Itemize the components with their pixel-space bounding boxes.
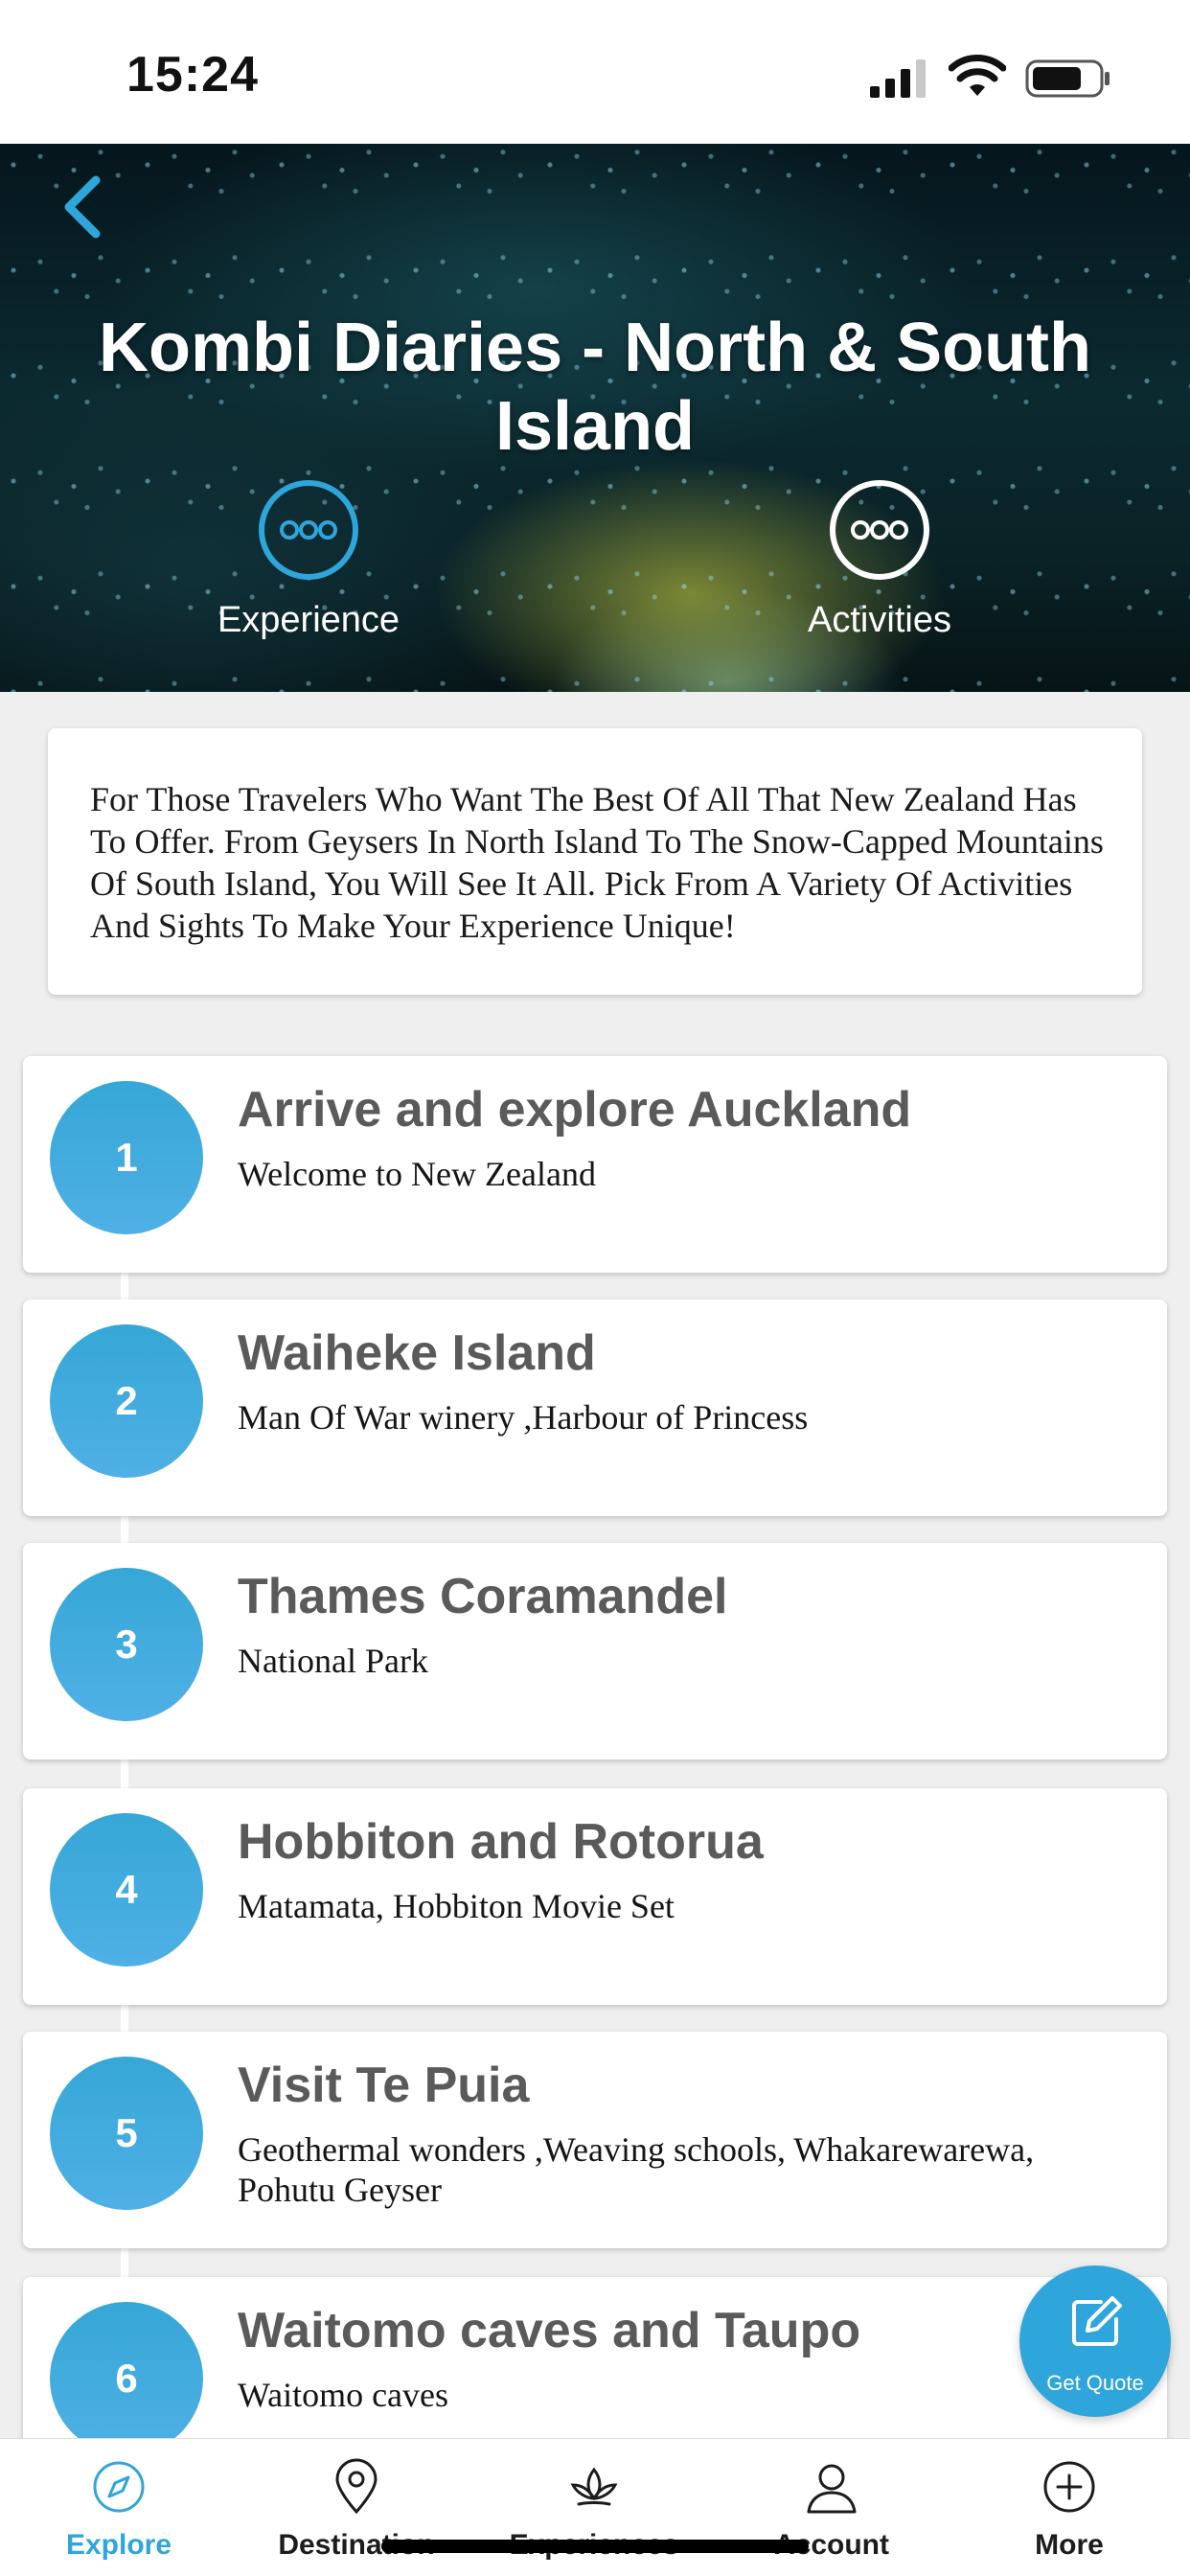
day-number-badge: 6 bbox=[50, 2302, 203, 2455]
experience-label: Experience bbox=[217, 600, 400, 640]
day-subtitle: National Park bbox=[238, 1642, 428, 1680]
day-subtitle: Man Of War winery ,Harbour of Princess bbox=[238, 1398, 809, 1437]
bottom-tab-bar: Explore Destination Experiences Accoun bbox=[0, 2438, 1190, 2576]
back-arrow-icon[interactable] bbox=[54, 169, 111, 245]
more-dots-icon bbox=[830, 480, 929, 580]
itinerary-day-card[interactable]: 5 Visit Te Puia Geothermal wonders ,Weav… bbox=[23, 2032, 1167, 2248]
status-bar: 15:24 bbox=[0, 0, 1190, 144]
compass-icon bbox=[93, 2461, 145, 2513]
status-time: 15:24 bbox=[126, 47, 259, 103]
edit-icon bbox=[1072, 2296, 1122, 2346]
day-number-badge: 5 bbox=[50, 2057, 203, 2210]
home-indicator[interactable] bbox=[381, 2540, 809, 2553]
itinerary-day-card[interactable]: 1 Arrive and explore Auckland Welcome to… bbox=[23, 1056, 1167, 1273]
itinerary-day-card[interactable]: 3 Thames Coramandel National Park bbox=[23, 1543, 1167, 1760]
experience-button[interactable]: Experience bbox=[165, 479, 452, 641]
activities-label: Activities bbox=[808, 600, 951, 640]
day-number-badge: 2 bbox=[50, 1324, 203, 1478]
tab-label: More bbox=[1035, 2529, 1104, 2561]
lotus-icon bbox=[570, 2467, 618, 2506]
itinerary-day-card[interactable]: 4 Hobbiton and Rotorua Matamata, Hobbito… bbox=[23, 1788, 1167, 2005]
day-title: Thames Coramandel bbox=[238, 1569, 728, 1624]
day-number-badge: 3 bbox=[50, 1568, 203, 1721]
day-number-badge: 4 bbox=[50, 1813, 203, 1966]
battery-icon bbox=[1025, 59, 1110, 98]
tab-destination[interactable]: Destination bbox=[238, 2439, 475, 2576]
wifi-icon bbox=[949, 55, 1006, 96]
day-title: Arrive and explore Auckland bbox=[238, 1082, 912, 1138]
cellular-signal-icon bbox=[870, 59, 926, 98]
get-quote-label: Get Quote bbox=[1046, 2371, 1144, 2395]
page-title: Kombi Diaries - North & South Island bbox=[98, 310, 1092, 465]
map-pin-icon bbox=[335, 2458, 378, 2515]
day-subtitle: Welcome to New Zealand bbox=[238, 1155, 596, 1193]
app-screen: 15:24 Kombi Diaries - North & South Isla… bbox=[0, 0, 1190, 2576]
tab-label: Explore bbox=[65, 2529, 172, 2561]
day-subtitle: Waitomo caves bbox=[238, 2376, 449, 2414]
user-icon bbox=[807, 2464, 857, 2514]
tab-more[interactable]: More bbox=[950, 2439, 1188, 2576]
tab-experiences[interactable]: Experiences bbox=[475, 2439, 713, 2576]
more-dots-icon bbox=[259, 480, 358, 580]
tab-explore[interactable]: Explore bbox=[0, 2439, 238, 2576]
day-title: Waitomo caves and Taupo bbox=[238, 2303, 861, 2358]
get-quote-button[interactable]: Get Quote bbox=[1019, 2266, 1171, 2417]
activities-button[interactable]: Activities bbox=[736, 479, 1023, 641]
plus-circle-icon bbox=[1043, 2461, 1095, 2513]
description-text: For Those Travelers Who Want The Best Of… bbox=[90, 780, 1104, 945]
day-title: Hobbiton and Rotorua bbox=[238, 1814, 764, 1870]
day-title: Visit Te Puia bbox=[238, 2058, 530, 2113]
day-subtitle: Matamata, Hobbiton Movie Set bbox=[238, 1887, 675, 1925]
tab-account[interactable]: Account bbox=[713, 2439, 950, 2576]
day-number-badge: 1 bbox=[50, 1081, 203, 1234]
description-card: For Those Travelers Who Want The Best Of… bbox=[48, 728, 1142, 995]
day-title: Waiheke Island bbox=[238, 1325, 596, 1381]
itinerary-day-card[interactable]: 2 Waiheke Island Man Of War winery ,Harb… bbox=[23, 1300, 1167, 1516]
day-subtitle: Geothermal wonders ,Weaving schools, Wha… bbox=[238, 2130, 1035, 2209]
